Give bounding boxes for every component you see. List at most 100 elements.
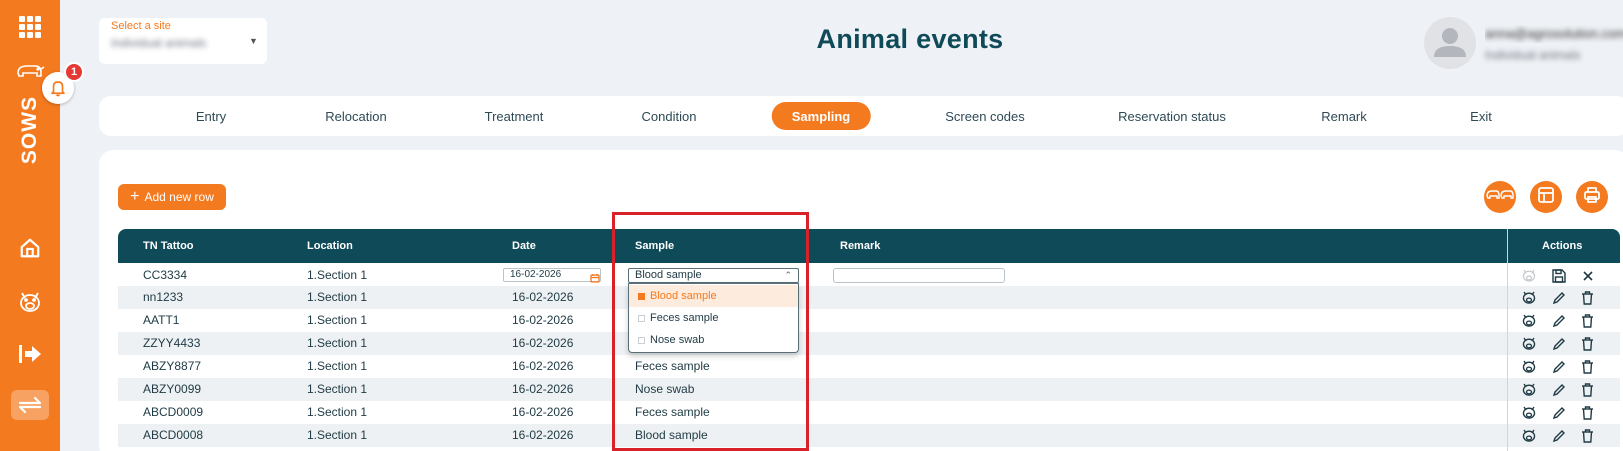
actions-edit-row bbox=[1508, 264, 1620, 287]
pig-icon[interactable] bbox=[1520, 404, 1537, 421]
remark-input[interactable] bbox=[833, 268, 1005, 283]
edit-icon[interactable] bbox=[1550, 289, 1567, 306]
highlight-box bbox=[612, 212, 809, 451]
pig-icon[interactable] bbox=[1520, 335, 1537, 352]
trash-icon[interactable] bbox=[1579, 404, 1596, 421]
cell-tattoo: CC3334 bbox=[143, 268, 188, 282]
cell-location: 1.Section 1 bbox=[307, 405, 368, 419]
table-row[interactable]: ABCD0008 1.Section 1 16-02-2026 Blood sa… bbox=[118, 424, 1507, 447]
cell-tattoo: ABCD0009 bbox=[143, 405, 204, 419]
edit-icon[interactable] bbox=[1550, 335, 1567, 352]
table-row[interactable]: AATT1 1.Section 1 16-02-2026 bbox=[118, 309, 1507, 332]
cell-tattoo: ABCD0008 bbox=[143, 428, 204, 442]
cell-tattoo: ABZY8877 bbox=[143, 359, 202, 373]
cell-tattoo: ZZYY4433 bbox=[143, 336, 201, 350]
trash-icon[interactable] bbox=[1579, 312, 1596, 329]
apps-grid-icon[interactable] bbox=[0, 13, 60, 41]
row-actions bbox=[1508, 401, 1620, 424]
cell-location: 1.Section 1 bbox=[307, 313, 368, 327]
table-row[interactable]: ZZYY4433 1.Section 1 16-02-2026 bbox=[118, 332, 1507, 355]
table-row-edit: CC3334 1.Section 1 bbox=[118, 264, 1507, 287]
event-tabs: Entry Relocation Treatment Condition Sam… bbox=[99, 96, 1623, 136]
trash-icon[interactable] bbox=[1579, 335, 1596, 352]
plus-icon: + bbox=[130, 188, 140, 205]
edit-icon[interactable] bbox=[1550, 404, 1567, 421]
tab-sampling[interactable]: Sampling bbox=[771, 102, 871, 130]
pig-icon bbox=[1520, 267, 1537, 284]
tab-reservation-status[interactable]: Reservation status bbox=[1118, 102, 1226, 130]
trash-icon[interactable] bbox=[1579, 358, 1596, 375]
edit-icon[interactable] bbox=[1550, 381, 1567, 398]
row-actions bbox=[1508, 332, 1620, 355]
user-email: anna@agrosolution.com bbox=[1485, 26, 1623, 41]
home-icon[interactable] bbox=[0, 234, 60, 262]
pig-icon[interactable] bbox=[1520, 289, 1537, 306]
row-actions bbox=[1508, 378, 1620, 401]
pigs-button[interactable] bbox=[1484, 181, 1516, 213]
tab-treatment[interactable]: Treatment bbox=[485, 102, 544, 130]
edit-icon[interactable] bbox=[1550, 427, 1567, 444]
trash-icon[interactable] bbox=[1579, 427, 1596, 444]
switch-icon[interactable] bbox=[11, 390, 49, 420]
print-button[interactable] bbox=[1576, 181, 1608, 213]
pig-icon[interactable] bbox=[1520, 312, 1537, 329]
row-actions bbox=[1508, 309, 1620, 332]
cell-tattoo: AATT1 bbox=[143, 313, 180, 327]
columns-icon bbox=[1537, 186, 1555, 209]
cell-location: 1.Section 1 bbox=[307, 428, 368, 442]
notification-badge: 1 bbox=[64, 62, 84, 82]
col-tattoo[interactable]: TN Tattoo bbox=[143, 229, 194, 263]
table-row[interactable]: ABZY8877 1.Section 1 16-02-2026 Feces sa… bbox=[118, 355, 1507, 378]
trash-icon[interactable] bbox=[1579, 381, 1596, 398]
tab-condition[interactable]: Condition bbox=[642, 102, 697, 130]
tab-entry[interactable]: Entry bbox=[196, 102, 226, 130]
edit-icon[interactable] bbox=[1550, 358, 1567, 375]
tab-exit[interactable]: Exit bbox=[1470, 102, 1492, 130]
table-row[interactable]: ABCD0009 1.Section 1 16-02-2026 Feces sa… bbox=[118, 401, 1507, 424]
col-actions: Actions bbox=[1542, 240, 1583, 252]
app-label: SOWS bbox=[18, 95, 42, 165]
user-site: Individual animals bbox=[1485, 48, 1581, 62]
print-icon bbox=[1583, 186, 1601, 209]
cell-date: 16-02-2026 bbox=[512, 428, 574, 442]
cell-location: 1.Section 1 bbox=[307, 336, 368, 350]
close-icon[interactable] bbox=[1579, 267, 1596, 284]
edit-icon[interactable] bbox=[1550, 312, 1567, 329]
exit-icon[interactable] bbox=[0, 340, 60, 368]
pig-icon[interactable] bbox=[0, 288, 60, 316]
avatar[interactable] bbox=[1424, 17, 1476, 69]
save-icon[interactable] bbox=[1550, 267, 1567, 284]
pig-icon[interactable] bbox=[1520, 358, 1537, 375]
date-input[interactable]: 16-02-2026 bbox=[503, 268, 601, 282]
tab-relocation[interactable]: Relocation bbox=[325, 102, 386, 130]
table-header: TN Tattoo Location Date Sample Remark Ac… bbox=[118, 229, 1620, 263]
pig-icon[interactable] bbox=[1520, 427, 1537, 444]
row-actions bbox=[1508, 424, 1620, 447]
page-title: Animal events bbox=[816, 24, 1004, 54]
cell-date: 16-02-2026 bbox=[512, 336, 574, 350]
cell-location: 1.Section 1 bbox=[307, 290, 368, 304]
columns-button[interactable] bbox=[1530, 181, 1562, 213]
pigs-icon bbox=[1486, 187, 1514, 208]
site-selector-label: Select a site bbox=[111, 20, 171, 32]
site-selector[interactable]: Select a site Individual animals ▼ bbox=[99, 18, 267, 64]
add-new-row-button[interactable]: + Add new row bbox=[118, 184, 226, 210]
chevron-down-icon: ▼ bbox=[249, 36, 258, 46]
col-date[interactable]: Date bbox=[512, 229, 536, 263]
sidebar: SOWS bbox=[0, 0, 60, 451]
cell-tattoo: ABZY0099 bbox=[143, 382, 202, 396]
cell-location: 1.Section 1 bbox=[307, 359, 368, 373]
trash-icon[interactable] bbox=[1579, 289, 1596, 306]
col-location[interactable]: Location bbox=[307, 229, 353, 263]
cell-location: 1.Section 1 bbox=[307, 382, 368, 396]
pig-icon[interactable] bbox=[1520, 381, 1537, 398]
tab-remark[interactable]: Remark bbox=[1321, 102, 1367, 130]
table-row[interactable]: ABZY0099 1.Section 1 16-02-2026 Nose swa… bbox=[118, 378, 1507, 401]
cell-tattoo: nn1233 bbox=[143, 290, 184, 304]
col-remark[interactable]: Remark bbox=[840, 229, 880, 263]
tab-screen-codes[interactable]: Screen codes bbox=[945, 102, 1025, 130]
row-actions bbox=[1508, 286, 1620, 309]
add-new-row-label: Add new row bbox=[144, 190, 214, 204]
cell-date: 16-02-2026 bbox=[512, 313, 574, 327]
table-row[interactable]: nn1233 1.Section 1 16-02-2026 bbox=[118, 286, 1507, 309]
